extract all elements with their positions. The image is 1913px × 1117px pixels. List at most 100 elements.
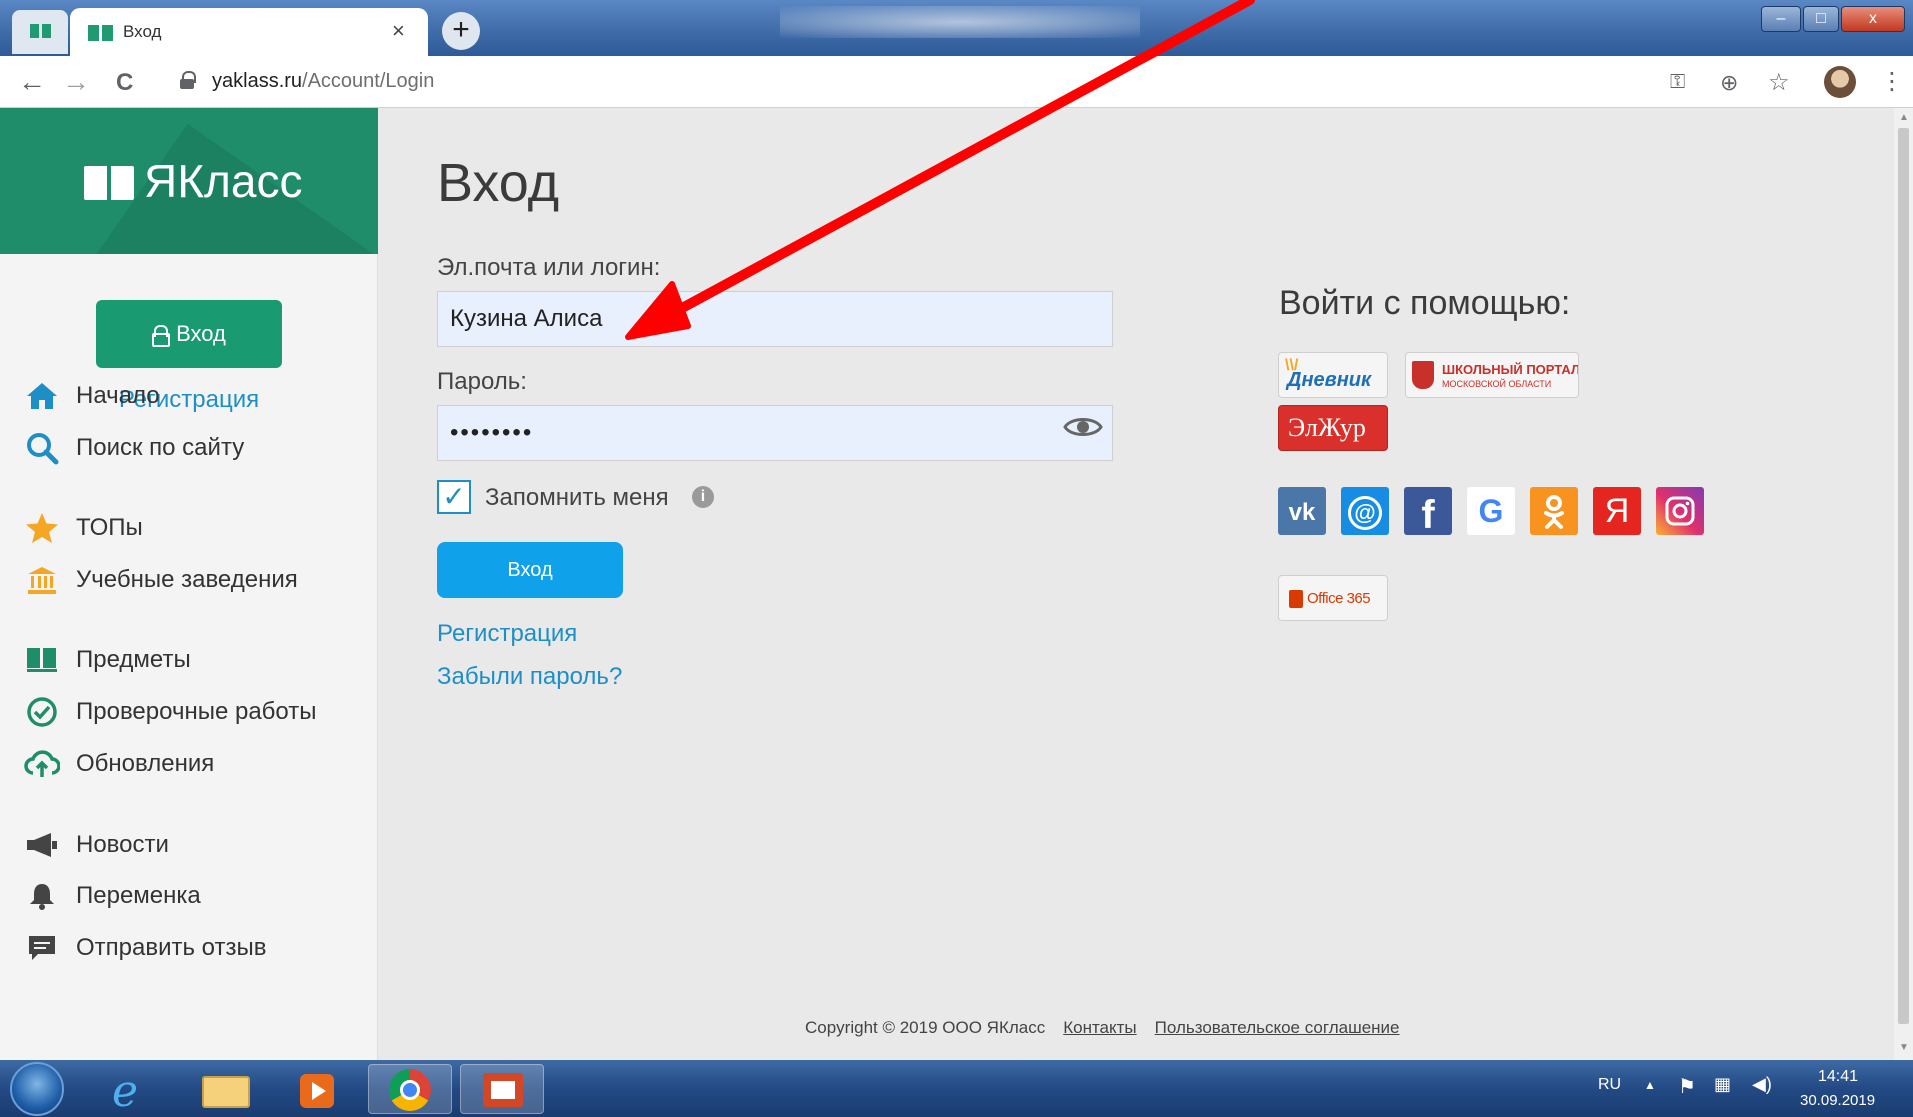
sidebar-item-label: Начало [76, 382, 160, 409]
odnoklassniki-icon [1544, 495, 1564, 529]
app-tab[interactable] [12, 10, 68, 54]
page-title: Вход [437, 153, 560, 213]
office-logo-icon [1289, 590, 1303, 608]
facebook-login-button[interactable]: f [1404, 487, 1452, 537]
google-login-button[interactable]: G [1467, 487, 1515, 535]
sidebar-item-break[interactable]: Переменка [22, 876, 201, 916]
title-bar-blur [780, 6, 1140, 38]
sidebar-item-label: Отправить отзыв [76, 934, 267, 961]
browser-title-bar: Вход × + – □ x [0, 0, 1913, 56]
show-password-icon[interactable] [1063, 414, 1103, 440]
office365-login-button[interactable]: Office 365 [1278, 575, 1388, 621]
minimize-button[interactable]: – [1761, 6, 1801, 32]
profile-avatar[interactable] [1824, 66, 1856, 98]
instagram-login-button[interactable] [1656, 487, 1704, 535]
institution-icon [22, 562, 62, 598]
tray-expand-icon[interactable]: ▲ [1644, 1078, 1656, 1092]
elzhur-label: ЭлЖур [1288, 413, 1366, 442]
clock-date[interactable]: 30.09.2019 [1800, 1092, 1875, 1109]
cloud-upload-icon [22, 746, 62, 782]
dnevnik-login-button[interactable]: \\/ Дневник [1278, 352, 1388, 398]
register-link[interactable]: Регистрация [437, 620, 577, 648]
url-text[interactable]: yaklass.ru/Account/Login [212, 70, 434, 93]
main-content: Вход Эл.почта или логин: Пароль: ✓ Запом… [379, 108, 1894, 1060]
omnibox[interactable]: yaklass.ru/Account/Login [166, 64, 1656, 100]
network-icon[interactable]: ▦ [1714, 1074, 1731, 1095]
password-input[interactable] [437, 405, 1113, 461]
home-icon [22, 378, 62, 414]
agreement-link[interactable]: Пользовательское соглашение [1155, 1018, 1400, 1037]
copyright: Copyright © 2019 ООО ЯКласс [805, 1018, 1046, 1037]
scrollbar-thumb[interactable] [1898, 128, 1909, 1024]
instagram-icon [1665, 496, 1695, 526]
login-label: Эл.почта или логин: [437, 254, 661, 281]
sidebar-item-label: Учебные заведения [76, 566, 298, 593]
start-button[interactable] [10, 1062, 64, 1116]
explorer-icon[interactable] [184, 1064, 268, 1114]
chrome-icon[interactable] [368, 1064, 452, 1114]
sidebar-item-subjects[interactable]: Предметы [22, 640, 191, 680]
yaklass-favicon-icon [88, 25, 114, 41]
new-tab-button[interactable]: + [442, 12, 480, 50]
portal-subtitle: МОСКОВСКОЙ ОБЛАСТИ [1442, 379, 1552, 389]
add-circle-icon[interactable]: ⊕ [1720, 70, 1738, 96]
sidebar-item-label: Предметы [76, 646, 191, 673]
volume-icon[interactable]: ◀) [1752, 1074, 1772, 1095]
sidebar-item-feedback[interactable]: Отправить отзыв [22, 928, 267, 968]
star-icon[interactable]: ☆ [1768, 68, 1790, 97]
media-player-icon[interactable] [276, 1064, 360, 1114]
yandex-icon: Я [1604, 492, 1630, 530]
reload-icon[interactable]: C [116, 69, 133, 97]
contacts-link[interactable]: Контакты [1063, 1018, 1136, 1037]
sidebar-item-tests[interactable]: Проверочные работы [22, 692, 316, 732]
books-icon [22, 642, 62, 678]
browser-tab-active[interactable]: Вход × [70, 8, 428, 56]
language-indicator[interactable]: RU [1598, 1076, 1621, 1094]
key-icon[interactable]: ⚿ [1670, 71, 1685, 94]
info-icon[interactable]: i [692, 486, 714, 508]
forgot-password-link[interactable]: Забыли пароль? [437, 663, 622, 691]
taskbar: e RU ▲ ⚑ ▦ ◀) 14:41 30.09.2019 [0, 1060, 1913, 1117]
window-controls: – □ x [1761, 6, 1909, 34]
close-window-button[interactable]: x [1841, 6, 1905, 32]
sidebar-item-search[interactable]: Поиск по сайту [22, 428, 244, 468]
page-scrollbar[interactable]: ▲ ▼ [1894, 108, 1913, 1060]
ie-icon[interactable]: e [92, 1064, 176, 1117]
remember-me-label[interactable]: Запомнить меня [485, 484, 669, 512]
yandex-login-button[interactable]: Я [1593, 487, 1641, 535]
more-icon[interactable]: ⋮ [1880, 67, 1904, 96]
sidebar-item-updates[interactable]: Обновления [22, 744, 214, 784]
mailru-login-button[interactable]: @ [1341, 487, 1389, 535]
portal-title: ШКОЛЬНЫЙ ПОРТАЛ [1442, 362, 1579, 377]
scroll-down-icon[interactable]: ▼ [1899, 1042, 1909, 1053]
tab-close-icon[interactable]: × [392, 18, 405, 44]
scroll-up-icon[interactable]: ▲ [1899, 112, 1909, 123]
check-circle-icon [22, 694, 62, 730]
book-logo-icon [84, 166, 136, 200]
clock-time[interactable]: 14:41 [1818, 1068, 1858, 1086]
facebook-icon: f [1421, 493, 1435, 537]
login-input[interactable] [437, 291, 1113, 347]
login-submit-button[interactable]: Вход [437, 542, 623, 598]
vk-login-button[interactable]: vk [1278, 487, 1326, 535]
sidebar-item-tops[interactable]: ТОПы [22, 508, 143, 548]
back-arrow-icon[interactable]: ← [18, 66, 46, 98]
school-portal-login-button[interactable]: ШКОЛЬНЫЙ ПОРТАЛ МОСКОВСКОЙ ОБЛАСТИ [1405, 352, 1579, 398]
odnoklassniki-login-button[interactable] [1530, 487, 1578, 535]
sidebar-item-label: Переменка [76, 882, 201, 909]
remember-me-checkbox[interactable]: ✓ [437, 480, 471, 514]
sidebar-login-button[interactable]: Вход [96, 300, 282, 368]
sidebar-item-institutions[interactable]: Учебные заведения [22, 560, 298, 600]
sidebar-item-news[interactable]: Новости [22, 825, 169, 865]
maximize-button[interactable]: □ [1803, 6, 1839, 32]
action-center-flag-icon[interactable]: ⚑ [1678, 1074, 1696, 1099]
sidebar-item-home[interactable]: Начало [22, 376, 160, 416]
elzhur-login-button[interactable]: ЭлЖур [1278, 405, 1388, 451]
powerpoint-icon[interactable] [460, 1064, 544, 1114]
logo[interactable]: ЯКласс [0, 108, 378, 254]
sidebar: ЯКласс Вход Регистрация Начало Поиск по … [0, 108, 378, 1060]
forward-arrow-icon[interactable]: → [62, 66, 90, 98]
mail-at-icon: @ [1348, 496, 1382, 530]
url-path: /Account/Login [302, 70, 435, 92]
url-domain: yaklass.ru [212, 70, 303, 92]
